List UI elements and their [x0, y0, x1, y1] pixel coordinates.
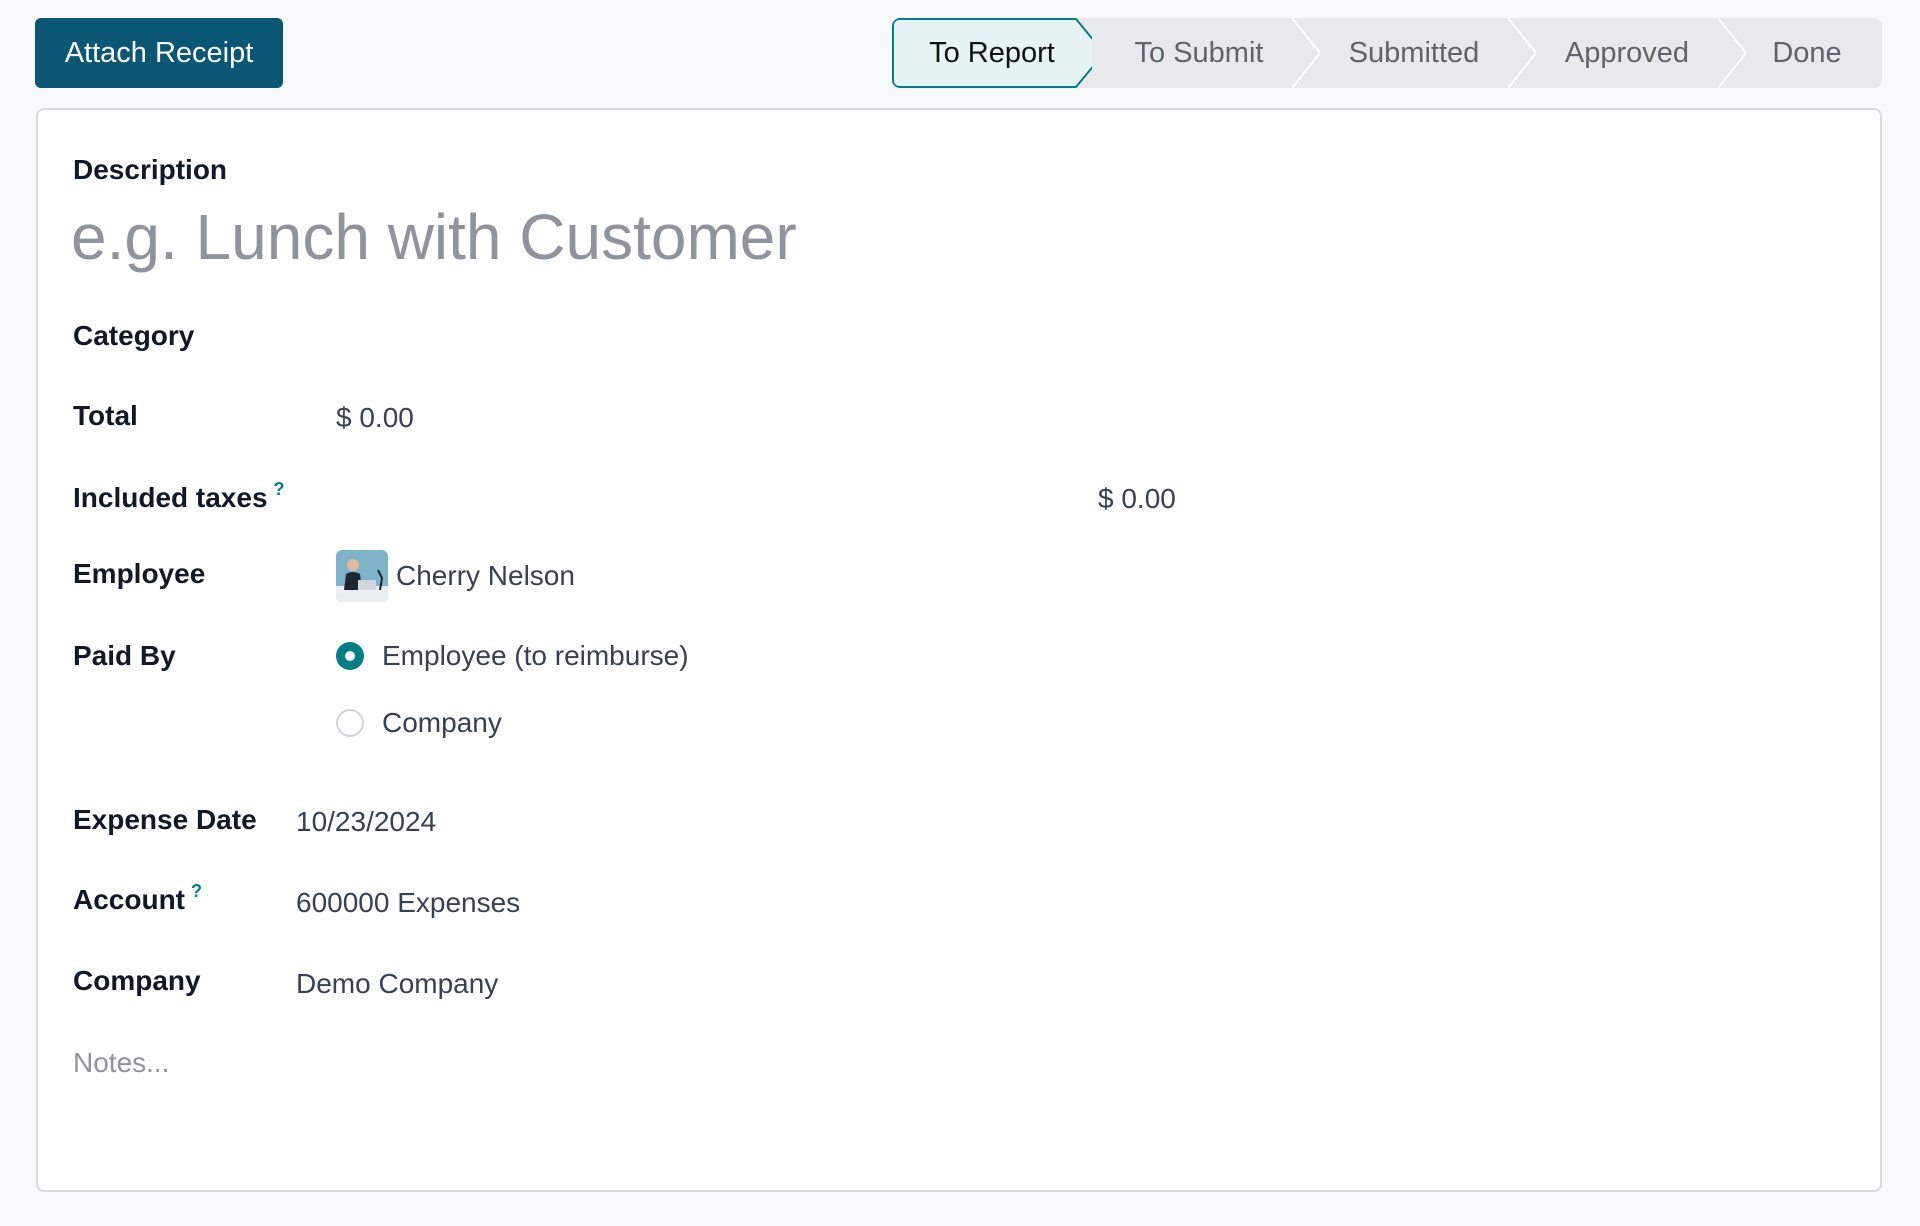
total-value[interactable]: $ 0.00 — [336, 402, 414, 434]
status-bar: To Report To Submit Submitted Approved D… — [892, 18, 1882, 88]
stage-submitted[interactable]: Submitted — [1306, 18, 1536, 88]
notes-input[interactable]: Notes... — [73, 1047, 169, 1079]
stage-to-report[interactable]: To Report — [892, 18, 1092, 88]
company-label: Company — [73, 965, 201, 996]
expense-date-input[interactable]: 10/23/2024 — [296, 806, 436, 838]
employee-label: Employee — [73, 558, 206, 589]
employee-avatar — [336, 550, 388, 602]
account-input[interactable]: 600000 Expenses — [296, 887, 520, 919]
attach-receipt-button[interactable]: Attach Receipt — [35, 18, 283, 88]
category-label: Category — [73, 320, 195, 351]
account-label: Account? — [73, 881, 202, 916]
expense-date-label: Expense Date — [73, 804, 257, 835]
total-label: Total — [73, 400, 138, 431]
company-input[interactable]: Demo Company — [296, 968, 498, 1000]
employee-field[interactable]: Cherry Nelson — [336, 550, 575, 602]
stage-separator-icon — [1508, 18, 1536, 88]
option-label: Company — [382, 707, 502, 738]
stage-done[interactable]: Done — [1732, 18, 1882, 88]
stage-label: Submitted — [1348, 36, 1480, 69]
stage-separator-icon — [1292, 18, 1320, 88]
included-taxes-value: $ 0.00 — [1098, 483, 1176, 514]
help-tooltip-icon[interactable]: ? — [191, 881, 202, 901]
account-label-text: Account — [73, 884, 185, 915]
stage-label: To Report — [929, 36, 1055, 69]
option-label: Employee (to reimburse) — [382, 640, 689, 671]
included-taxes-label: Included taxes? — [73, 479, 285, 514]
stage-label: Done — [1772, 36, 1842, 69]
stage-approved[interactable]: Approved — [1522, 18, 1746, 88]
help-tooltip-icon[interactable]: ? — [274, 479, 285, 499]
paid-by-option-employee[interactable]: Employee (to reimburse) — [336, 640, 689, 672]
included-taxes-label-text: Included taxes — [73, 482, 268, 513]
stage-separator-icon — [1718, 18, 1746, 88]
stage-label: Approved — [1564, 36, 1690, 69]
stage-to-submit[interactable]: To Submit — [1092, 18, 1320, 88]
category-input[interactable] — [336, 315, 1036, 355]
paid-by-label: Paid By — [73, 640, 176, 671]
radio-checked-icon[interactable] — [336, 642, 364, 670]
stage-label: To Submit — [1134, 36, 1264, 69]
description-input[interactable]: e.g. Lunch with Customer — [71, 200, 797, 274]
radio-unchecked-icon[interactable] — [336, 709, 364, 737]
description-label: Description — [73, 154, 228, 185]
paid-by-option-company[interactable]: Company — [336, 707, 502, 739]
expense-form-sheet: Description e.g. Lunch with Customer Cat… — [36, 108, 1882, 1192]
employee-name: Cherry Nelson — [396, 560, 575, 591]
